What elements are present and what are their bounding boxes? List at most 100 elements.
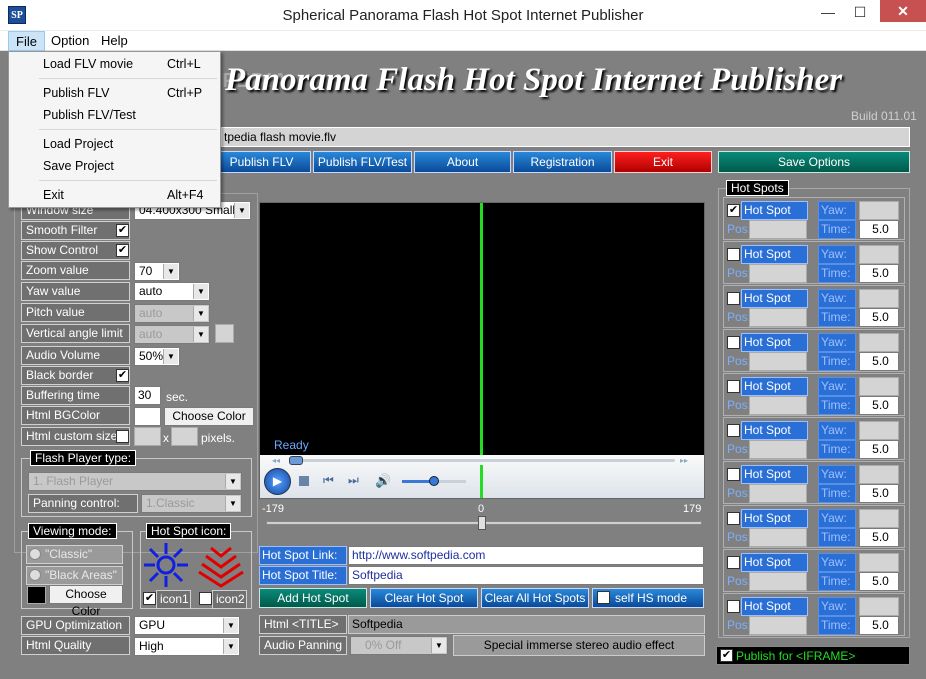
hotspot-pos-input[interactable] bbox=[749, 264, 807, 283]
hotspot-checkbox[interactable] bbox=[727, 556, 740, 569]
previous-icon[interactable]: ⏮ bbox=[323, 473, 334, 488]
hotspot-checkbox[interactable] bbox=[727, 512, 740, 525]
custom-width-input[interactable] bbox=[134, 427, 161, 446]
audio-panning-select[interactable]: 0% Off ▼ bbox=[350, 636, 448, 655]
hotspot-time-input[interactable]: 5.0 bbox=[859, 528, 899, 547]
custom-height-input[interactable] bbox=[171, 427, 198, 446]
menu-option[interactable]: Option bbox=[44, 31, 96, 51]
smooth-filter-checkbox[interactable]: ✔ bbox=[116, 224, 129, 237]
icon2-checkbox[interactable] bbox=[199, 592, 212, 605]
gpu-select[interactable]: GPU ▼ bbox=[134, 616, 240, 635]
exit-button[interactable]: Exit bbox=[614, 151, 712, 173]
hotspot-pos-input[interactable] bbox=[749, 440, 807, 459]
audio-volume-select[interactable]: 50% ▼ bbox=[134, 347, 180, 366]
hotspot-yaw-input[interactable] bbox=[859, 333, 899, 352]
menu-item-load-flv[interactable]: Load FLV movie Ctrl+L bbox=[9, 53, 220, 75]
buffering-input[interactable]: 30 bbox=[134, 386, 161, 405]
hotspot-time-input[interactable]: 5.0 bbox=[859, 572, 899, 591]
hotspot-checkbox[interactable] bbox=[727, 424, 740, 437]
hotspot-pos-input[interactable] bbox=[749, 528, 807, 547]
vertical-angle-box[interactable] bbox=[215, 324, 234, 343]
custom-size-checkbox[interactable] bbox=[116, 430, 129, 443]
panning-control-select[interactable]: 1.Classic ▼ bbox=[141, 494, 242, 513]
black-border-checkbox[interactable]: ✔ bbox=[116, 369, 129, 382]
menu-item-load-project[interactable]: Load Project bbox=[9, 133, 220, 155]
stop-icon[interactable] bbox=[299, 476, 309, 486]
save-options-button[interactable]: Save Options bbox=[718, 151, 910, 173]
hotspot-yaw-input[interactable] bbox=[859, 553, 899, 572]
star-burst-icon[interactable] bbox=[141, 540, 191, 590]
about-button[interactable]: About bbox=[414, 151, 511, 173]
hotspot-name[interactable]: Hot Spot 02 bbox=[741, 245, 808, 278]
seek-track[interactable] bbox=[289, 459, 675, 462]
hotspot-time-input[interactable]: 5.0 bbox=[859, 484, 899, 503]
html-title-input[interactable]: Softpedia bbox=[348, 615, 705, 634]
hotspot-checkbox[interactable] bbox=[727, 600, 740, 613]
hotspot-checkbox[interactable]: ✔ bbox=[727, 204, 740, 217]
rewind-icon[interactable]: ◂◂ bbox=[272, 456, 280, 465]
fast-forward-icon[interactable]: ▸▸ bbox=[680, 456, 688, 465]
red-pyramid-icon[interactable] bbox=[196, 540, 246, 590]
hotspot-name[interactable]: Hot Spot 07 bbox=[741, 465, 808, 498]
hotspot-pos-input[interactable] bbox=[749, 308, 807, 327]
volume-thumb[interactable] bbox=[429, 476, 439, 486]
close-button[interactable]: ✕ bbox=[880, 0, 926, 22]
hotspot-yaw-input[interactable] bbox=[859, 245, 899, 264]
icon1-checkbox[interactable]: ✔ bbox=[143, 592, 156, 605]
hotspot-pos-input[interactable] bbox=[749, 616, 807, 635]
publish-iframe-checkbox[interactable]: ✔ bbox=[720, 649, 733, 662]
pitch-select[interactable]: auto ▼ bbox=[134, 304, 210, 323]
hotspot-yaw-input[interactable] bbox=[859, 421, 899, 440]
publish-flv-test-button[interactable]: Publish FLV/Test bbox=[313, 151, 412, 173]
hotspot-pos-input[interactable] bbox=[749, 220, 807, 239]
quality-select[interactable]: High ▼ bbox=[134, 637, 240, 656]
menu-item-publish-flv[interactable]: Publish FLV Ctrl+P bbox=[9, 82, 220, 104]
hotspot-name[interactable]: Hot Spot 04 bbox=[741, 333, 808, 366]
hotspot-name[interactable]: Hot Spot 08 bbox=[741, 509, 808, 542]
hotspot-checkbox[interactable] bbox=[727, 380, 740, 393]
pan-slider-thumb[interactable] bbox=[478, 516, 486, 530]
maximize-button[interactable]: ☐ bbox=[845, 0, 875, 24]
registration-button[interactable]: Registration bbox=[513, 151, 612, 173]
hotspot-yaw-input[interactable] bbox=[859, 289, 899, 308]
hotspot-time-input[interactable]: 5.0 bbox=[859, 352, 899, 371]
hotspot-yaw-input[interactable] bbox=[859, 509, 899, 528]
hotspot-time-input[interactable]: 5.0 bbox=[859, 616, 899, 635]
minimize-button[interactable]: — bbox=[813, 0, 843, 24]
vertical-angle-select[interactable]: auto ▼ bbox=[134, 325, 210, 344]
hotspot-link-input[interactable]: http://www.softpedia.com bbox=[348, 546, 704, 565]
hotspot-checkbox[interactable] bbox=[727, 336, 740, 349]
hotspot-name[interactable]: Hot Spot 05 bbox=[741, 377, 808, 410]
publish-flv-button[interactable]: Publish FLV bbox=[212, 151, 311, 173]
hotspot-yaw-input[interactable] bbox=[859, 597, 899, 616]
hotspot-pos-input[interactable] bbox=[749, 484, 807, 503]
menu-file[interactable]: File bbox=[8, 31, 45, 51]
hotspot-pos-input[interactable] bbox=[749, 572, 807, 591]
hotspot-yaw-input[interactable] bbox=[859, 465, 899, 484]
hotspot-checkbox[interactable] bbox=[727, 292, 740, 305]
hotspot-time-input[interactable]: 5.0 bbox=[859, 440, 899, 459]
flash-player-select[interactable]: 1. Flash Player ▼ bbox=[28, 472, 242, 491]
hotspot-checkbox[interactable] bbox=[727, 248, 740, 261]
hotspot-yaw-input[interactable] bbox=[859, 377, 899, 396]
hotspot-name[interactable]: Hot Spot 10 bbox=[741, 597, 808, 630]
clear-hotspot-button[interactable]: Clear Hot Spot bbox=[370, 588, 478, 608]
hotspot-pos-input[interactable] bbox=[749, 352, 807, 371]
hotspot-pos-input[interactable] bbox=[749, 396, 807, 415]
hotspot-time-input[interactable]: 5.0 bbox=[859, 396, 899, 415]
hotspot-name[interactable]: Hot Spot 06 bbox=[741, 421, 808, 454]
zoom-select[interactable]: 70 ▼ bbox=[134, 262, 180, 281]
hotspot-time-input[interactable]: 5.0 bbox=[859, 220, 899, 239]
hotspot-time-input[interactable]: 5.0 bbox=[859, 264, 899, 283]
menu-item-publish-flv-test[interactable]: Publish FLV/Test bbox=[9, 104, 220, 126]
add-hotspot-button[interactable]: Add Hot Spot bbox=[259, 588, 367, 608]
choose-bgcolor-button[interactable]: Choose Color bbox=[164, 407, 254, 426]
self-hs-mode-checkbox[interactable] bbox=[597, 591, 610, 604]
hotspot-checkbox[interactable] bbox=[727, 468, 740, 481]
play-button[interactable]: ▶ bbox=[264, 468, 291, 495]
menu-help[interactable]: Help bbox=[94, 31, 135, 51]
hotspot-yaw-input[interactable] bbox=[859, 201, 899, 220]
clear-all-hotspots-button[interactable]: Clear All Hot Spots bbox=[481, 588, 589, 608]
hotspot-title-input[interactable]: Softpedia bbox=[348, 566, 704, 585]
hotspot-name[interactable]: Hot Spot 03 bbox=[741, 289, 808, 322]
